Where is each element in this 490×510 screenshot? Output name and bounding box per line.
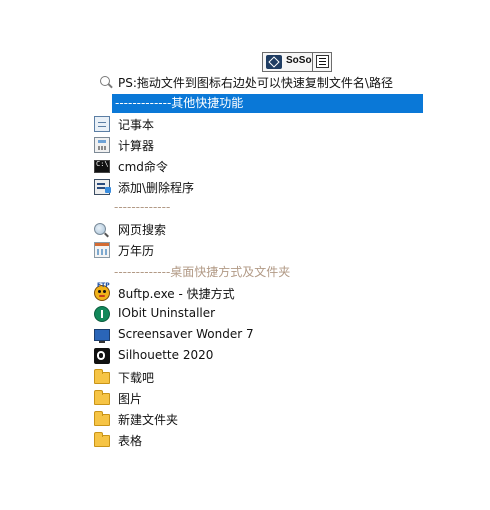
list-item-folder-pictures[interactable]: 图片 (92, 388, 422, 409)
notepad-icon (94, 116, 110, 132)
list-item-silhouette[interactable]: Silhouette 2020 (92, 346, 422, 367)
silhouette-icon (94, 348, 110, 364)
list-item-label: 新建文件夹 (118, 413, 179, 427)
list-item-label: 8uftp.exe - 快捷方式 (118, 287, 235, 301)
list-item-label: 图片 (118, 392, 143, 406)
folder-icon (94, 369, 110, 384)
section-header-desktop: -------------桌面快捷方式及文件夹 (114, 265, 291, 279)
programs-icon (94, 179, 111, 195)
soso-button[interactable]: SoSo (263, 53, 313, 71)
list-item-notepad[interactable]: 记事本 (92, 114, 422, 135)
list-item-label: 记事本 (118, 118, 155, 132)
calculator-icon (94, 137, 110, 153)
list-item-label: 网页搜索 (118, 223, 167, 237)
list-item-label: IObit Uninstaller (118, 306, 216, 320)
cmd-icon (94, 160, 110, 173)
list-item-screensaver[interactable]: Screensaver Wonder 7 (92, 325, 422, 346)
soso-label: SoSo (286, 55, 312, 66)
list-item-iobit[interactable]: IObit Uninstaller (92, 304, 422, 325)
list-item-calendar[interactable]: 万年历 (92, 240, 422, 261)
folder-icon (94, 432, 110, 447)
8uftp-icon: FTP (94, 282, 110, 301)
separator: ------------- (114, 200, 171, 214)
list-item-folder-download[interactable]: 下载吧 (92, 367, 422, 388)
calendar-icon (94, 242, 110, 258)
screensaver-icon (94, 329, 110, 343)
hamburger-menu-icon[interactable] (316, 55, 329, 68)
list-item-label: 计算器 (118, 139, 155, 153)
list-item-label: 万年历 (118, 244, 155, 258)
soso-toolbar: SoSo (262, 52, 332, 72)
list-item-label: Silhouette 2020 (118, 348, 214, 362)
folder-icon (94, 411, 110, 426)
section-header-other[interactable]: -------------其他快捷功能 (112, 94, 423, 113)
soso-logo-icon (266, 55, 282, 69)
8uftp-icon-tag: FTP (97, 282, 110, 289)
list-item-cmd[interactable]: cmd命令 (92, 156, 422, 177)
list-item-folder-sheets[interactable]: 表格 (92, 430, 422, 451)
list-item-label: 下载吧 (118, 371, 155, 385)
hint-text: PS:拖动文件到图标右边处可以快速复制文件名\路径 (118, 76, 393, 90)
list-item-label: Screensaver Wonder 7 (118, 327, 254, 341)
list-item-label: 添加\删除程序 (118, 181, 195, 195)
folder-icon (94, 390, 110, 405)
iobit-icon (94, 306, 110, 322)
list-item-calculator[interactable]: 计算器 (92, 135, 422, 156)
list-item-label: 表格 (118, 434, 143, 448)
web-search-icon (94, 223, 106, 235)
list-item-folder-new[interactable]: 新建文件夹 (92, 409, 422, 430)
list-item-8uftp[interactable]: FTP 8uftp.exe - 快捷方式 (92, 282, 422, 304)
list-item-label: cmd命令 (118, 160, 168, 174)
search-icon (100, 76, 110, 86)
list-item-programs[interactable]: 添加\删除程序 (92, 177, 422, 198)
list-item-web-search[interactable]: 网页搜索 (92, 219, 422, 240)
